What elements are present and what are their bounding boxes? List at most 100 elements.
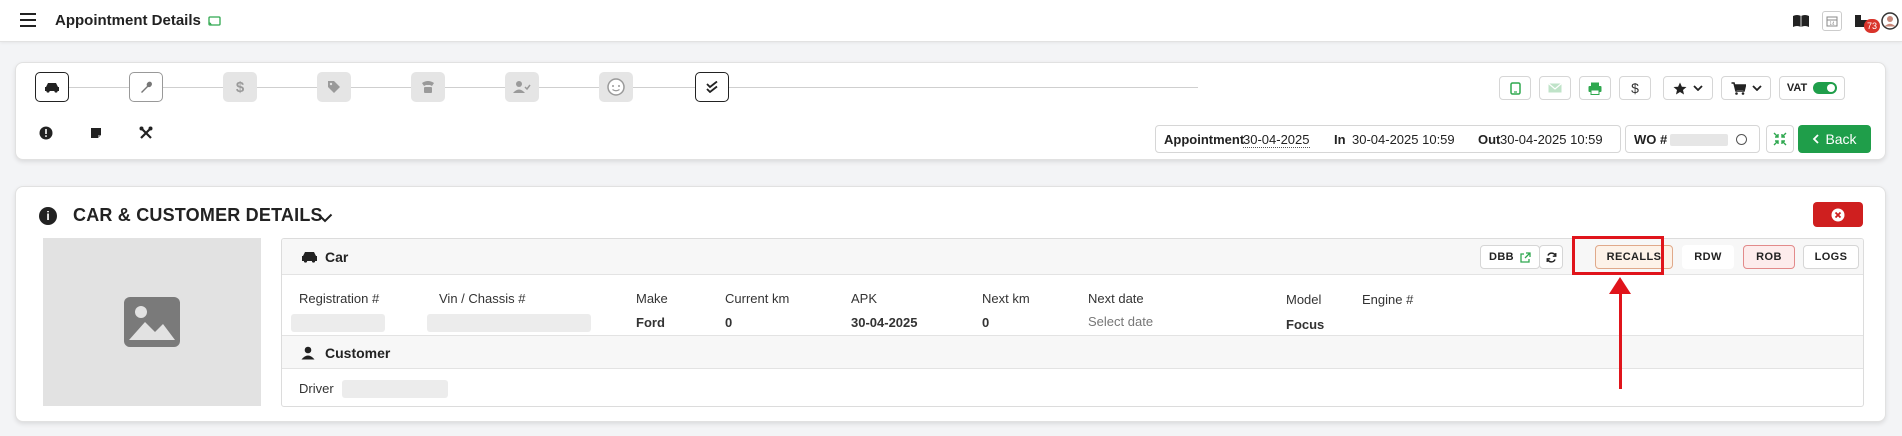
cart-icon [1731,81,1746,95]
recalls-highlight-box [1572,236,1664,275]
dollar-icon: $ [235,78,245,96]
user-avatar-icon[interactable] [1880,11,1900,31]
external-link-icon [1520,251,1531,263]
annotation-arrow [1619,290,1622,389]
status-circle-icon [1736,134,1747,145]
apk-label: APK [851,291,878,306]
current-km-value[interactable]: 0 [725,315,732,330]
section-title: CAR & CUSTOMER DETAILS [73,205,323,225]
envelope-icon [1548,83,1562,93]
close-details-button[interactable] [1813,202,1863,227]
make-label: Make [636,291,668,306]
menu-icon[interactable] [20,13,36,27]
printer-icon [1588,82,1602,95]
wo-number [1670,134,1728,146]
info-icon: i [39,207,57,225]
chevron-down-icon[interactable] [317,210,333,226]
customer-header-label: Customer [325,345,391,361]
customer-section-header: Customer [282,335,1863,369]
cart-dropdown[interactable] [1721,76,1771,100]
rob-button[interactable]: ROB [1743,245,1795,269]
wo-label: WO # [1634,132,1668,147]
appointment-label: Appointment [1164,132,1245,147]
refresh-icon [1546,251,1556,263]
dbb-label: DBB [1488,251,1515,263]
make-value[interactable]: Ford [636,315,665,330]
cast-icon[interactable] [208,14,221,30]
image-icon [124,297,180,347]
step-customer[interactable] [599,72,633,102]
vat-switch[interactable] [1813,82,1838,94]
invoice-button[interactable]: $ [1619,76,1651,100]
face-icon [607,78,625,96]
driver-value[interactable] [342,380,448,398]
phone-icon [422,81,434,93]
star-icon [1673,82,1687,94]
rdw-button[interactable]: RDW [1682,245,1734,269]
top-bar: Appointment Details 14 73 [0,0,1902,42]
appointment-date[interactable]: 30-04-2025 [1243,132,1310,148]
chevron-down-icon [1751,85,1762,91]
car-icon [45,83,59,93]
tools-icon[interactable] [138,125,154,141]
notification-badge: 73 [1864,19,1880,33]
favorites-dropdown[interactable] [1663,76,1713,100]
driver-label: Driver [299,381,334,396]
in-label: In [1334,132,1346,147]
logs-button[interactable]: LOGS [1803,245,1859,269]
car-header-label: Car [325,249,349,265]
chevron-left-icon [1813,134,1820,144]
step-tags[interactable] [317,72,351,102]
workflow-steps-card: $ $ VAT Appointment 30-04-2025 In 30-04-… [15,62,1886,160]
calendar-icon[interactable]: 14 [1822,11,1842,31]
checklist-icon [706,81,718,93]
next-km-label: Next km [982,291,1030,306]
page-title: Appointment Details [55,12,201,29]
tag-icon [328,81,340,93]
model-value[interactable]: Focus [1286,317,1324,332]
print-button[interactable] [1579,76,1611,100]
work-order-field[interactable]: WO # [1625,125,1760,153]
user-check-icon [513,81,531,93]
car-customer-details-card: i CAR & CUSTOMER DETAILS Car DBB RECALLS… [15,186,1886,422]
out-date[interactable]: 30-04-2025 10:59 [1500,132,1603,147]
refresh-button[interactable] [1539,245,1563,269]
car-image-placeholder[interactable] [43,238,261,406]
step-checklist[interactable] [695,72,729,102]
next-date-label: Next date [1088,291,1144,306]
model-label: Model [1286,292,1322,307]
registration-label: Registration # [299,291,380,306]
notifications-icon[interactable]: 73 [1852,11,1880,33]
next-km-value[interactable]: 0 [982,315,989,330]
alert-icon[interactable] [38,125,54,141]
wrench-icon [141,81,152,93]
user-icon [301,346,315,363]
step-contact[interactable] [411,72,445,102]
compress-icon [1773,132,1787,146]
vin-value[interactable] [427,314,591,332]
next-date-input[interactable]: Select date [1088,314,1153,329]
engine-label: Engine # [1362,292,1414,307]
vin-label: Vin / Chassis # [439,291,526,306]
car-icon [301,250,318,266]
email-button[interactable] [1539,76,1571,100]
vat-toggle[interactable]: VAT [1779,76,1845,100]
tablet-button[interactable] [1499,76,1531,100]
step-pricing[interactable]: $ [223,72,257,102]
apk-value[interactable]: 30-04-2025 [851,315,918,330]
dbb-button[interactable]: DBB [1480,245,1540,269]
registration-value[interactable] [291,314,385,332]
step-approval[interactable] [505,72,539,102]
note-icon[interactable] [88,125,104,141]
book-icon[interactable] [1791,11,1811,31]
vat-label: VAT [1786,82,1808,94]
current-km-label: Current km [725,291,790,306]
in-date[interactable]: 30-04-2025 10:59 [1352,132,1455,147]
chevron-down-icon [1693,85,1703,91]
dollar-icon: $ [1631,80,1639,96]
back-label: Back [1825,131,1857,147]
step-car[interactable] [35,72,69,102]
back-button[interactable]: Back [1798,125,1871,153]
collapse-button[interactable] [1766,125,1794,153]
step-service[interactable] [129,72,163,102]
